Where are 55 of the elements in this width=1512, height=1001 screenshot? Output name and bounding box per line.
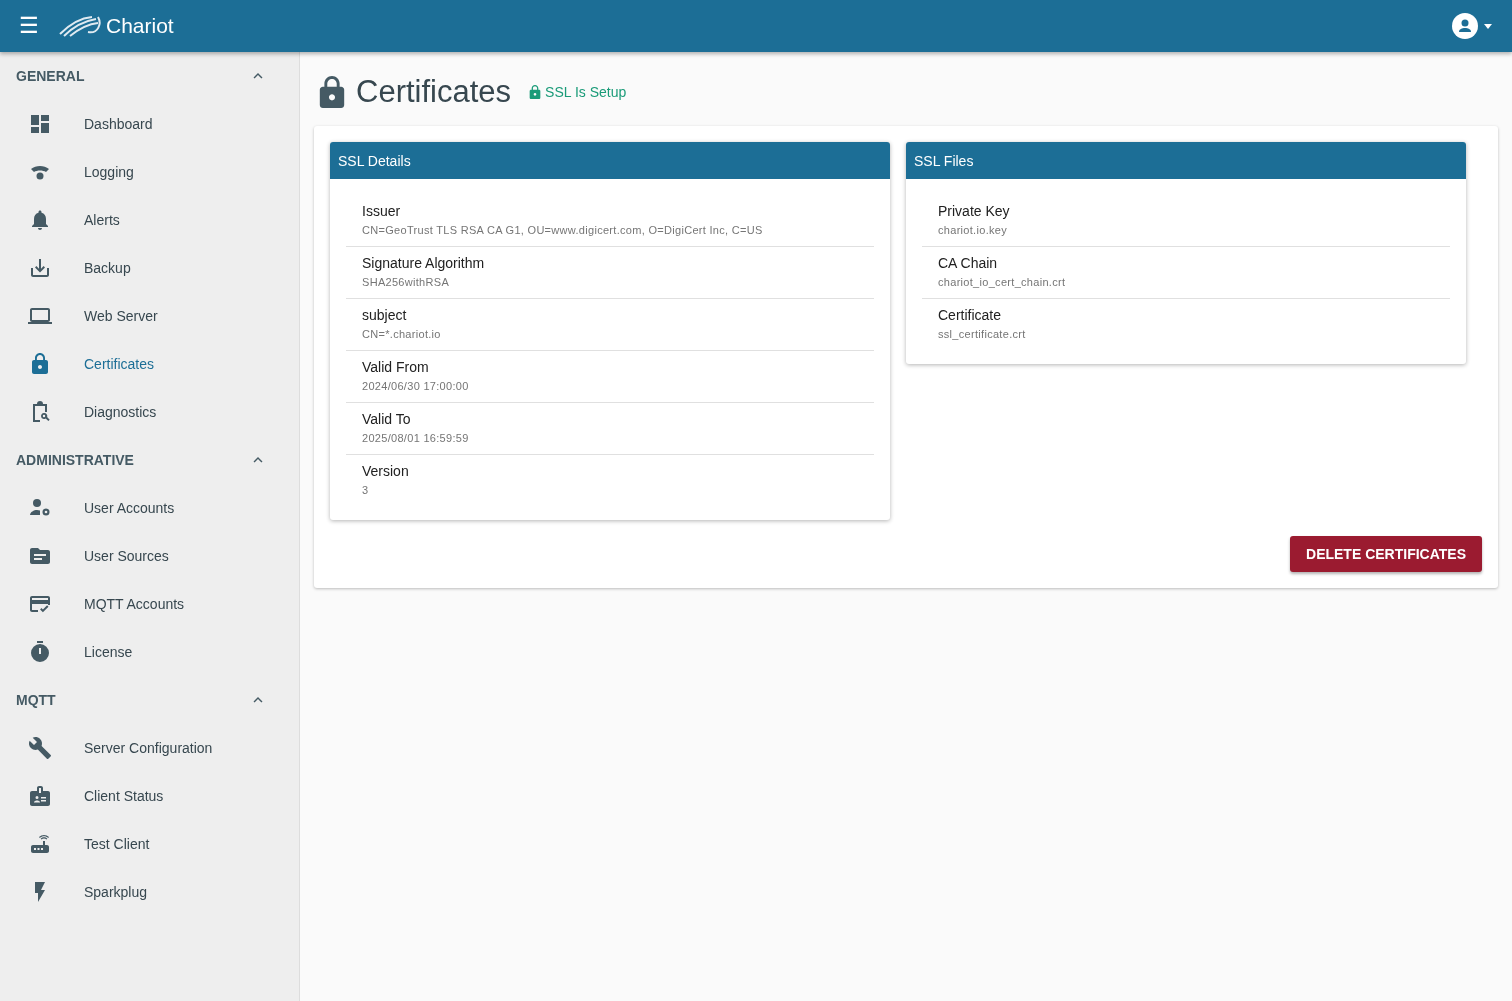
sidebar-item[interactable]: Server Configuration <box>0 724 299 772</box>
field-label: Signature Algorithm <box>362 255 486 271</box>
field-label: Private Key <box>938 203 1011 219</box>
panel-header: SSL Details <box>330 142 890 179</box>
app-title: Chariot <box>106 14 174 38</box>
sidebar-item[interactable]: Diagnostics <box>0 388 299 436</box>
field-value: 3 <box>362 484 370 496</box>
section-header: ADMINISTRATIVE <box>16 452 134 468</box>
id-badge-icon <box>28 784 52 808</box>
lock-icon <box>318 76 346 108</box>
sidebar-item[interactable]: User Accounts <box>0 484 299 532</box>
sidebar-item[interactable]: User Sources <box>0 532 299 580</box>
field-label: Issuer <box>362 203 402 219</box>
field-label: subject <box>362 307 408 323</box>
field-label: Version <box>362 463 410 479</box>
menu-button[interactable]: ☰ <box>18 15 40 37</box>
caret-icon <box>1484 23 1492 29</box>
wrench-icon <box>28 736 52 760</box>
sidebar-item[interactable]: Logging <box>0 148 299 196</box>
lock-icon <box>529 85 542 99</box>
field-value: 2025/08/01 16:59:59 <box>362 432 470 444</box>
sidebar-item[interactable]: Backup <box>0 244 299 292</box>
field-label: Valid To <box>362 411 412 427</box>
sidebar-item[interactable]: Test Client <box>0 820 299 868</box>
sidebar-item[interactable]: Sparkplug <box>0 868 299 916</box>
stopwatch-icon <box>28 640 52 664</box>
field-value: ssl_certificate.crt <box>938 328 1027 340</box>
sidebar-item[interactable]: Web Server <box>0 292 299 340</box>
field-value: CN=GeoTrust TLS RSA CA G1, OU=www.digicert.com, O=DigiCert Inc, C=US <box>362 224 764 236</box>
panel-header: SSL Files <box>906 142 1466 179</box>
field-value: SHA256withRSA <box>362 276 451 288</box>
sidebar-item[interactable]: Client Status <box>0 772 299 820</box>
router-icon <box>28 832 52 856</box>
avatar-icon <box>1452 13 1478 39</box>
field-label: Certificate <box>938 307 1003 323</box>
field-value: 2024/06/30 17:00:00 <box>362 380 470 392</box>
download-icon <box>28 256 52 280</box>
section-header: MQTT <box>16 692 56 708</box>
page-title: Certificates <box>356 74 512 110</box>
sidebar-item[interactable]: Certificates <box>0 340 299 388</box>
account-button[interactable] <box>1452 13 1492 39</box>
section-header: GENERAL <box>16 68 85 84</box>
field-label: Valid From <box>362 359 430 375</box>
sidebar-item[interactable]: License <box>0 628 299 676</box>
sidebar-item[interactable]: MQTT Accounts <box>0 580 299 628</box>
field-value: chariot_io_cert_chain.crt <box>938 276 1067 288</box>
dashboard-icon <box>28 112 52 136</box>
status-text: SSL Is Setup <box>545 84 627 100</box>
sidebar-item[interactable]: Alerts <box>0 196 299 244</box>
sidebar-item[interactable]: Dashboard <box>0 100 299 148</box>
delete-button[interactable]: DELETE CERTIFICATES <box>1290 536 1482 572</box>
logo-icon <box>58 14 104 38</box>
field-value: chariot.io.key <box>938 224 1008 236</box>
field-value: CN=*.chariot.io <box>362 328 442 340</box>
field-label: CA Chain <box>938 255 999 271</box>
